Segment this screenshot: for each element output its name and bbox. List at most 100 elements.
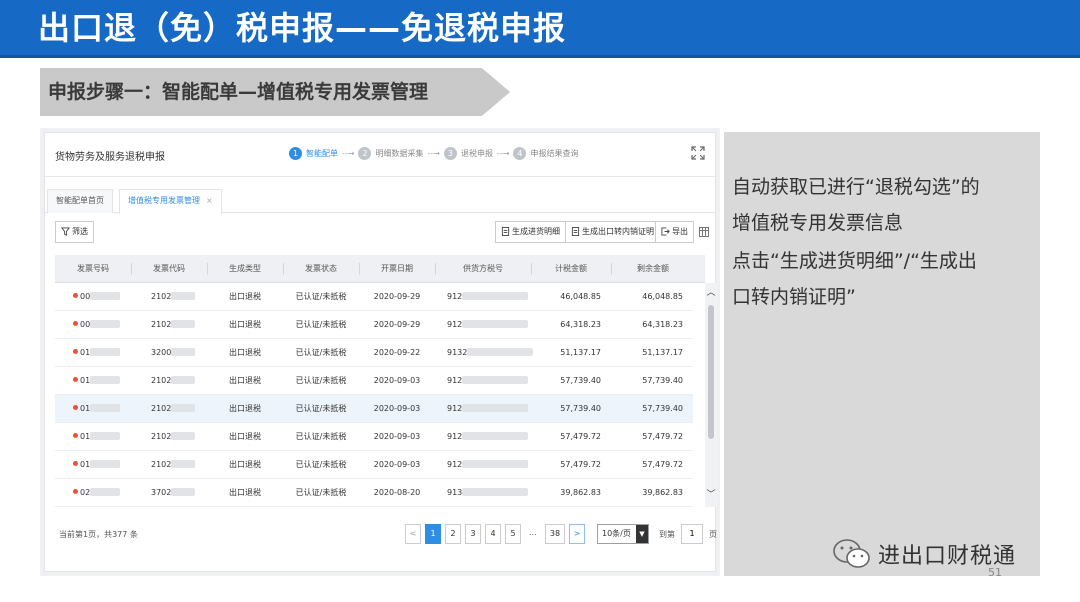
step-1-label[interactable]: 智能配单 bbox=[306, 148, 338, 159]
export-icon bbox=[661, 227, 670, 236]
column-header[interactable]: 生成类型 bbox=[207, 255, 283, 283]
step-3-number[interactable]: 3 bbox=[443, 147, 457, 160]
cell-text: 64,318.23 bbox=[560, 320, 601, 329]
cell-tax-id: 912 bbox=[447, 451, 529, 479]
redacted-value bbox=[462, 320, 529, 328]
cell-amount: 57,479.72 bbox=[560, 451, 601, 479]
page-5-button[interactable]: 5 bbox=[505, 524, 521, 544]
cell-remain: 39,862.83 bbox=[642, 479, 683, 507]
cell-tax-id: 912 bbox=[447, 395, 529, 423]
page-size-select[interactable]: 10条/页 ▼ bbox=[597, 524, 649, 544]
redacted-value bbox=[90, 320, 121, 328]
cell-text: 57,479.72 bbox=[560, 432, 601, 441]
caret-down-icon: ▼ bbox=[636, 525, 648, 543]
wechat-icon bbox=[833, 539, 870, 568]
table-scrollbar[interactable]: ︿ ﹀ bbox=[705, 283, 717, 507]
column-header[interactable]: 计税金额 bbox=[531, 255, 611, 283]
column-settings-icon[interactable] bbox=[699, 227, 709, 237]
fullscreen-icon[interactable] bbox=[691, 146, 705, 160]
table-row[interactable]: 01 2102 出口退税 已认证/未抵税 2020-09-03 912 57,739.40 5… bbox=[55, 395, 693, 423]
prev-page-button[interactable]: < bbox=[405, 524, 421, 544]
cell-text: 00 bbox=[80, 292, 91, 301]
step-2-label[interactable]: 明细数据采集 bbox=[375, 148, 423, 159]
cell-inv-code: 3200 bbox=[151, 339, 196, 367]
filter-icon bbox=[61, 227, 70, 236]
column-header[interactable]: 剩余金额 bbox=[611, 255, 695, 283]
cell-text: 出口退税 bbox=[229, 320, 261, 329]
table-row[interactable]: 01 3200 出口退税 已认证/未抵税 2020-09-22 9132 51,137.17… bbox=[55, 339, 693, 367]
chevron-up-icon[interactable]: ︿ bbox=[705, 287, 717, 299]
cell-text: 已认证/未抵税 bbox=[295, 404, 347, 413]
cell-type: 出口退税 bbox=[207, 367, 283, 395]
page-3-button[interactable]: 3 bbox=[465, 524, 481, 544]
table-row[interactable]: 01 2102 出口退税 已认证/未抵税 2020-09-03 912 57,479.72 5… bbox=[55, 423, 693, 451]
generate-purchase-label: 生成进货明细 bbox=[512, 227, 560, 236]
table-row[interactable]: 01 2102 出口退税 已认证/未抵税 2020-09-03 912 57,739.40 5… bbox=[55, 367, 693, 395]
chevron-down-icon[interactable]: ﹀ bbox=[705, 489, 717, 501]
status-dot bbox=[73, 461, 78, 466]
table-header: 发票号码 发票代码 生成类型 发票状态 开票日期 供货方税号 计税金额 剩余金额 bbox=[55, 255, 705, 283]
cell-text: 9132 bbox=[447, 348, 468, 357]
cell-text: 00 bbox=[80, 320, 91, 329]
cell-inv-no: 01 bbox=[73, 451, 121, 479]
cell-inv-no: 00 bbox=[73, 283, 121, 311]
export-button[interactable]: 导出 bbox=[655, 221, 694, 243]
generate-domestic-sale-cert-button[interactable]: 生成出口转内销证明 bbox=[565, 221, 660, 243]
redacted-value bbox=[462, 460, 529, 468]
step-1-number[interactable]: 1 bbox=[289, 147, 302, 160]
step-4-label[interactable]: 申报结果查询 bbox=[530, 148, 578, 159]
cell-amount: 57,739.40 bbox=[560, 367, 601, 395]
step-2-number[interactable]: 2 bbox=[358, 147, 372, 160]
tab-smart-match-home[interactable]: 智能配单首页 bbox=[47, 189, 113, 213]
goto-page-input[interactable]: 1 bbox=[681, 524, 703, 544]
page-2-button[interactable]: 2 bbox=[445, 524, 461, 544]
page-size-value: 10条/页 bbox=[602, 529, 631, 538]
redacted-value bbox=[171, 292, 196, 300]
cell-text: 912 bbox=[447, 404, 463, 413]
table-row[interactable]: 01 2102 出口退税 已认证/未抵税 2020-09-03 912 57,479.72 5… bbox=[55, 451, 693, 479]
cell-status: 已认证/未抵税 bbox=[283, 339, 359, 367]
cell-date: 2020-09-29 bbox=[359, 311, 435, 339]
next-page-button[interactable]: > bbox=[569, 524, 585, 544]
table-row[interactable]: 00 2102 出口退税 已认证/未抵税 2020-09-29 912 64,318.23 6… bbox=[55, 311, 693, 339]
column-header[interactable]: 供货方税号 bbox=[435, 255, 531, 283]
generate-purchase-detail-button[interactable]: 生成进货明细 bbox=[495, 221, 566, 243]
step-4-number[interactable]: 4 bbox=[513, 147, 527, 160]
slide-title: 出口退（免）税申报——免退税申报 bbox=[38, 9, 567, 47]
goto-label: 到第 bbox=[659, 530, 675, 539]
cell-status: 已认证/未抵税 bbox=[283, 479, 359, 507]
cell-remain: 57,739.40 bbox=[642, 367, 683, 395]
redacted-value bbox=[171, 432, 196, 440]
cell-inv-code: 2102 bbox=[151, 395, 196, 423]
redacted-value bbox=[462, 488, 529, 496]
cell-text: 912 bbox=[447, 460, 463, 469]
app-screenshot-panel: 货物劳务及服务退税申报 1 智能配单 --→ 2 明细数据采集 --→ 3 退税… bbox=[40, 128, 720, 576]
table-row[interactable]: 02 3702 出口退税 已认证/未抵税 2020-08-20 913 39,862.83 3… bbox=[55, 479, 693, 507]
tab-vat-invoice-management[interactable]: 增值税专用发票管理 × bbox=[119, 189, 222, 214]
column-header[interactable]: 发票状态 bbox=[283, 255, 359, 283]
filter-button[interactable]: 筛选 bbox=[55, 221, 94, 243]
page-last-button[interactable]: 38 bbox=[545, 524, 565, 544]
column-header[interactable]: 发票号码 bbox=[55, 255, 131, 283]
cell-text: 3200 bbox=[151, 348, 172, 357]
status-dot bbox=[73, 321, 78, 326]
page-4-button[interactable]: 4 bbox=[485, 524, 501, 544]
cell-text: 2102 bbox=[151, 404, 172, 413]
page-1-button[interactable]: 1 bbox=[425, 524, 441, 544]
redacted-value bbox=[171, 320, 196, 328]
redacted-value bbox=[90, 404, 121, 412]
column-header[interactable]: 发票代码 bbox=[131, 255, 207, 283]
cell-text: 已认证/未抵税 bbox=[295, 376, 347, 385]
cell-text: 57,739.40 bbox=[560, 404, 601, 413]
goto-unit: 页 bbox=[709, 530, 717, 539]
step-banner-text: 申报步骤一：智能配单—增值税专用发票管理 bbox=[48, 81, 429, 103]
step-3-label[interactable]: 退税申报 bbox=[461, 148, 493, 159]
cell-text: 出口退税 bbox=[229, 348, 261, 357]
close-icon[interactable]: × bbox=[206, 196, 213, 205]
scroll-thumb[interactable] bbox=[708, 305, 714, 439]
column-header[interactable]: 开票日期 bbox=[359, 255, 435, 283]
cell-text: 出口退税 bbox=[229, 488, 261, 497]
window-title: 货物劳务及服务退税申报 bbox=[55, 152, 165, 163]
table-row[interactable]: 00 2102 出口退税 已认证/未抵税 2020-09-29 912 46,048.85 4… bbox=[55, 283, 693, 311]
cell-text: 46,048.85 bbox=[560, 292, 601, 301]
